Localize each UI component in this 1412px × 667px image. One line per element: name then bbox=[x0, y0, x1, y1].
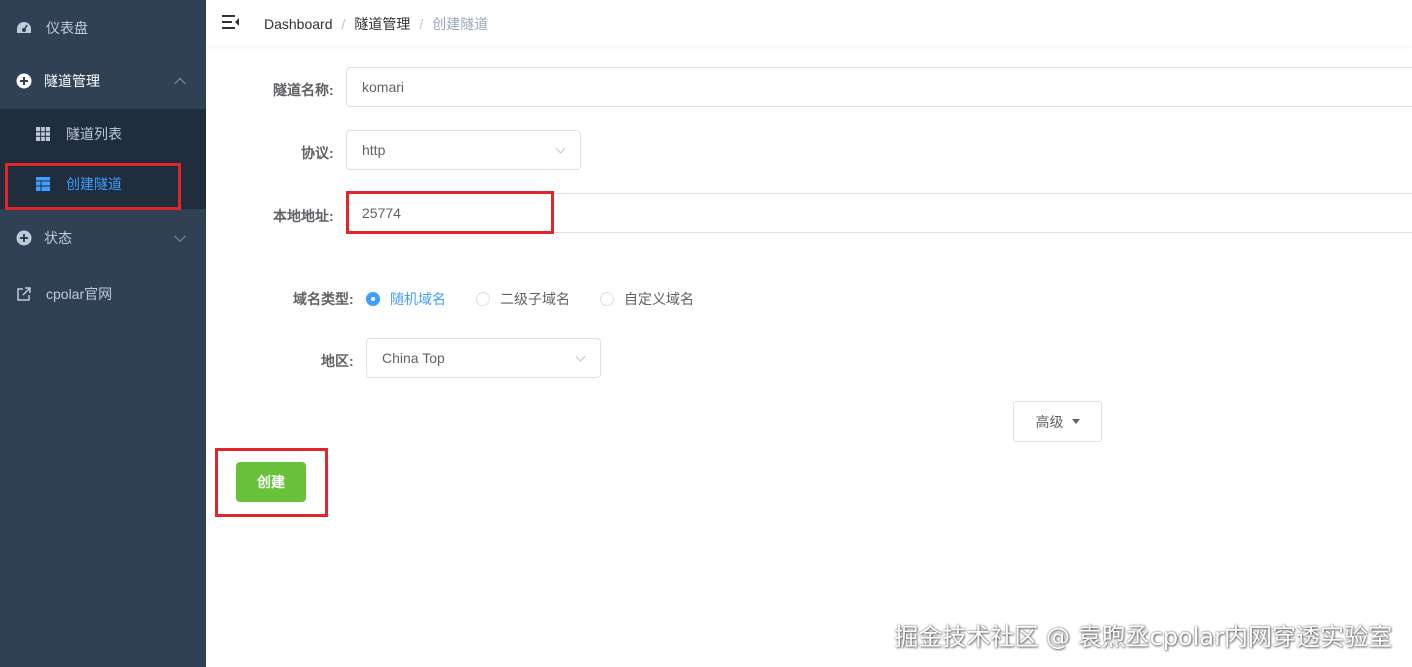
radio-dot bbox=[366, 292, 380, 306]
radio-custom-domain[interactable]: 自定义域名 bbox=[600, 289, 694, 309]
sidebar-item-dashboard[interactable]: 仪表盘 bbox=[0, 0, 206, 56]
chevron-down-icon bbox=[575, 351, 586, 362]
radio-label: 二级子域名 bbox=[500, 291, 570, 307]
advanced-label: 高级 bbox=[1035, 413, 1064, 430]
breadcrumb-separator: / bbox=[419, 16, 424, 32]
dashboard-icon bbox=[17, 22, 31, 33]
tunnel-name-value: komari bbox=[362, 79, 405, 95]
sidebar-item-label: 仪表盘 bbox=[46, 20, 88, 36]
domain-type-label: 域名类型: bbox=[293, 291, 354, 307]
local-address-label: 本地地址: bbox=[273, 208, 334, 224]
sidebar-item-status[interactable]: 状态 bbox=[0, 210, 206, 266]
radio-subdomain[interactable]: 二级子域名 bbox=[476, 289, 570, 309]
sidebar-item-cpolar-site[interactable]: cpolar官网 bbox=[0, 266, 206, 322]
tunnel-manage-icon bbox=[16, 73, 32, 89]
navbar: Dashboard / 隧道管理 / 创建隧道 bbox=[206, 0, 1412, 46]
chevron-down-icon bbox=[555, 143, 566, 154]
hamburger-icon[interactable] bbox=[222, 13, 240, 31]
region-label: 地区: bbox=[321, 353, 354, 369]
highlight-box bbox=[346, 191, 554, 234]
sidebar-item-tunnel-list[interactable]: 隧道列表 bbox=[0, 109, 206, 159]
tunnel-name-input[interactable]: komari bbox=[346, 67, 1412, 107]
radio-random-domain[interactable]: 随机域名 bbox=[366, 289, 446, 309]
protocol-label: 协议: bbox=[301, 145, 334, 161]
breadcrumb-item-create-tunnel: 创建隧道 bbox=[432, 16, 489, 32]
sidebar: 仪表盘 隧道管理 隧道列表 创建隧道 状态 cpolar官网 bbox=[0, 0, 206, 667]
highlight-box bbox=[5, 163, 181, 210]
radio-label: 随机域名 bbox=[390, 291, 446, 307]
breadcrumb-item-tunnel-manage[interactable]: 隧道管理 bbox=[354, 16, 410, 32]
sidebar-item-label: cpolar官网 bbox=[46, 286, 113, 302]
radio-label: 自定义域名 bbox=[624, 291, 694, 307]
chevron-up-icon bbox=[174, 77, 186, 90]
caret-down-icon bbox=[1071, 419, 1080, 424]
sidebar-item-tunnel-manage[interactable]: 隧道管理 bbox=[0, 53, 206, 109]
sidebar-item-label: 状态 bbox=[44, 230, 72, 246]
radio-dot bbox=[600, 292, 614, 306]
chevron-down-icon bbox=[174, 230, 186, 243]
status-icon bbox=[16, 230, 32, 246]
watermark: 掘金技术社区 @ 袁煦丞cpolar内网穿透实验室 bbox=[894, 623, 1392, 651]
highlight-box bbox=[215, 448, 328, 517]
external-link-icon bbox=[17, 287, 31, 301]
region-select[interactable]: China Top bbox=[366, 338, 601, 378]
grid-icon bbox=[36, 127, 50, 141]
tunnel-name-label: 隧道名称: bbox=[273, 82, 334, 98]
protocol-value: http bbox=[362, 142, 386, 158]
sidebar-item-label: 隧道列表 bbox=[66, 126, 122, 142]
sidebar-item-label: 隧道管理 bbox=[44, 73, 100, 89]
breadcrumb-separator: / bbox=[341, 16, 346, 32]
breadcrumb: Dashboard / 隧道管理 / 创建隧道 bbox=[264, 14, 488, 34]
protocol-select[interactable]: http bbox=[346, 130, 581, 170]
region-value: China Top bbox=[382, 350, 445, 366]
radio-dot bbox=[476, 292, 490, 306]
advanced-button[interactable]: 高级 bbox=[1013, 401, 1102, 442]
breadcrumb-item-dashboard[interactable]: Dashboard bbox=[264, 16, 333, 32]
